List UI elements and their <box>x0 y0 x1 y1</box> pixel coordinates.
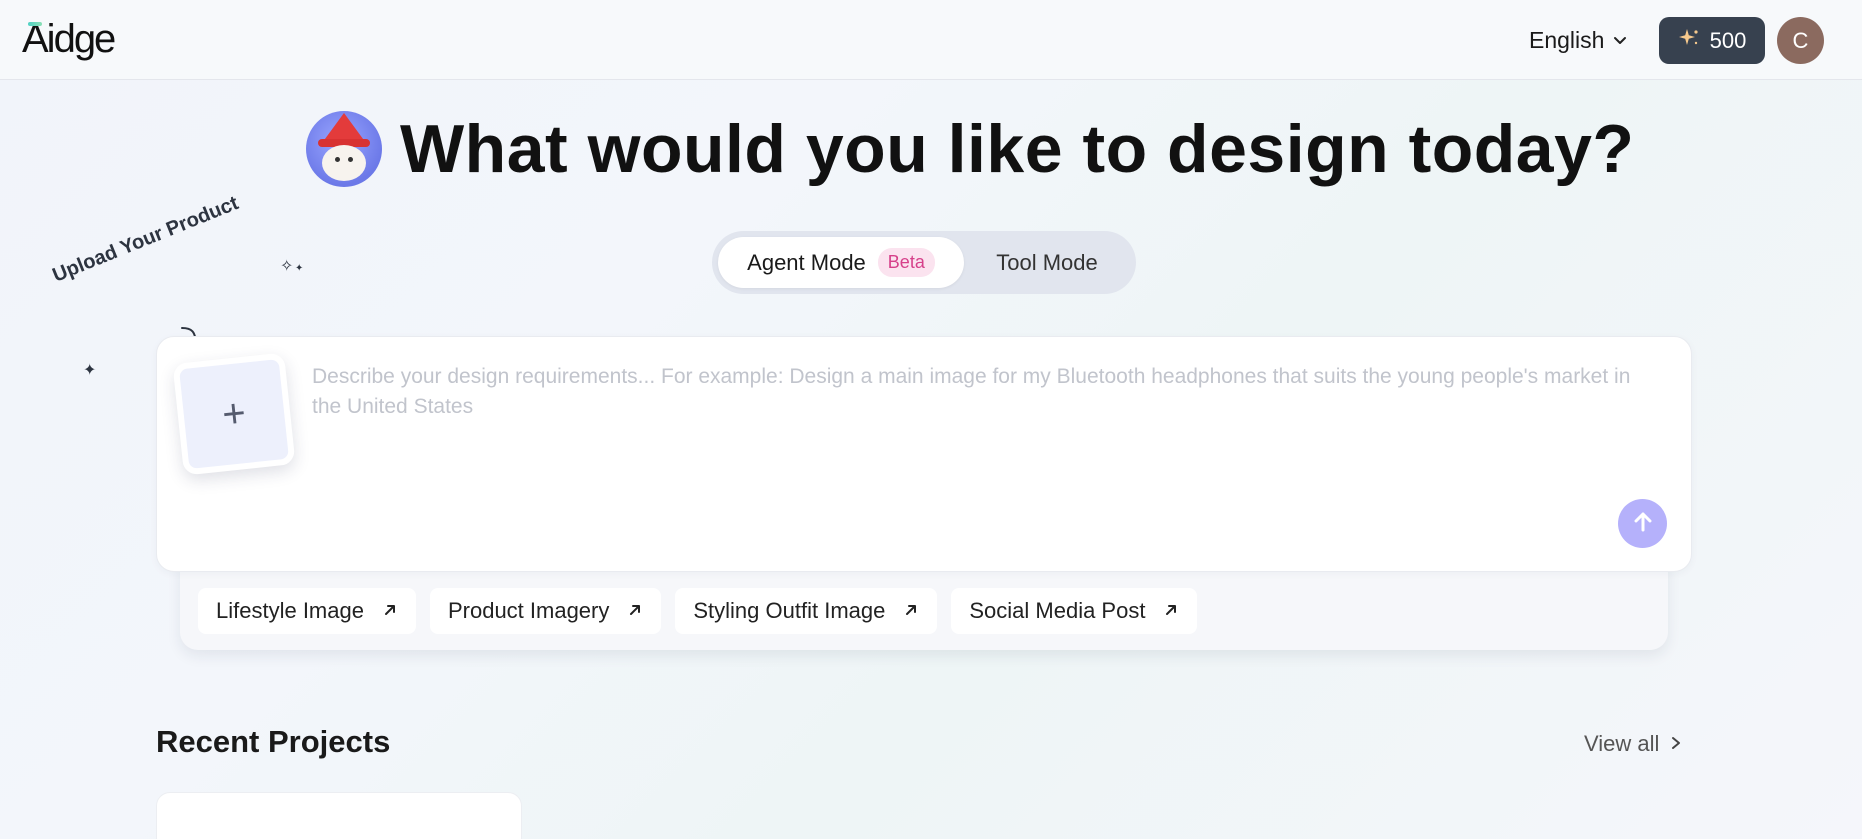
sparkle-icon: ✦ <box>83 362 97 379</box>
chip-styling-outfit-image[interactable]: Styling Outfit Image <box>675 588 938 634</box>
project-card[interactable] <box>156 792 522 839</box>
recent-projects-title: Recent Projects <box>156 724 391 759</box>
arrow-up-right-icon <box>903 598 919 624</box>
chip-label: Styling Outfit Image <box>693 598 886 623</box>
page-title: What would you like to design today? <box>400 111 1635 187</box>
tab-agent-mode[interactable]: Agent Mode Beta <box>718 237 964 288</box>
send-button[interactable] <box>1618 499 1667 548</box>
chip-lifestyle-image[interactable]: Lifestyle Image <box>198 588 416 634</box>
chip-social-media-post[interactable]: Social Media Post <box>951 588 1198 634</box>
chip-label: Lifestyle Image <box>216 598 364 623</box>
hero: What would you like to design today? <box>306 108 1634 190</box>
tab-tool-mode[interactable]: Tool Mode <box>964 250 1130 276</box>
chip-product-imagery[interactable]: Product Imagery <box>429 588 662 634</box>
credits-count: 500 <box>1709 27 1747 53</box>
view-all-label: View all <box>1584 731 1660 756</box>
suggestion-chips: Lifestyle Image Product Imagery Styling … <box>198 588 1198 634</box>
tool-mode-label: Tool Mode <box>996 249 1098 275</box>
upload-hint-text: Upload Your Product <box>49 192 242 287</box>
upload-product-button[interactable]: + <box>172 352 296 476</box>
chip-label: Product Imagery <box>447 598 610 623</box>
avatar[interactable]: C <box>1777 17 1824 64</box>
page: Aidge English 500 C What would you like … <box>0 0 1862 839</box>
sparkle-icon: ✦ <box>295 263 304 274</box>
language-selector[interactable]: English <box>1529 24 1628 56</box>
arrow-up-right-icon <box>382 598 398 624</box>
logo-accent <box>28 22 42 26</box>
avatar-initial: C <box>1792 27 1809 53</box>
chevron-down-icon <box>1612 27 1628 54</box>
view-all-link[interactable]: View all <box>1584 731 1683 757</box>
language-label: English <box>1529 26 1605 53</box>
arrow-up-icon <box>1630 509 1656 538</box>
credits-button[interactable]: 500 <box>1659 17 1765 64</box>
chip-label: Social Media Post <box>969 598 1146 623</box>
beta-badge: Beta <box>877 248 935 277</box>
top-bar: Aidge English 500 C <box>0 0 1862 80</box>
mode-toggle: Agent Mode Beta Tool Mode <box>712 231 1136 294</box>
sparkle-icon: ✧ <box>280 258 294 275</box>
mascot-icon <box>306 111 382 187</box>
chevron-right-icon <box>1669 731 1683 757</box>
logo[interactable]: Aidge <box>22 17 116 62</box>
plus-icon: + <box>220 390 248 437</box>
arrow-up-right-icon <box>1163 598 1179 624</box>
arrow-up-right-icon <box>627 598 643 624</box>
agent-mode-label: Agent Mode <box>747 249 866 275</box>
design-prompt-input[interactable] <box>312 362 1652 502</box>
sparkle-icon <box>1678 27 1700 55</box>
